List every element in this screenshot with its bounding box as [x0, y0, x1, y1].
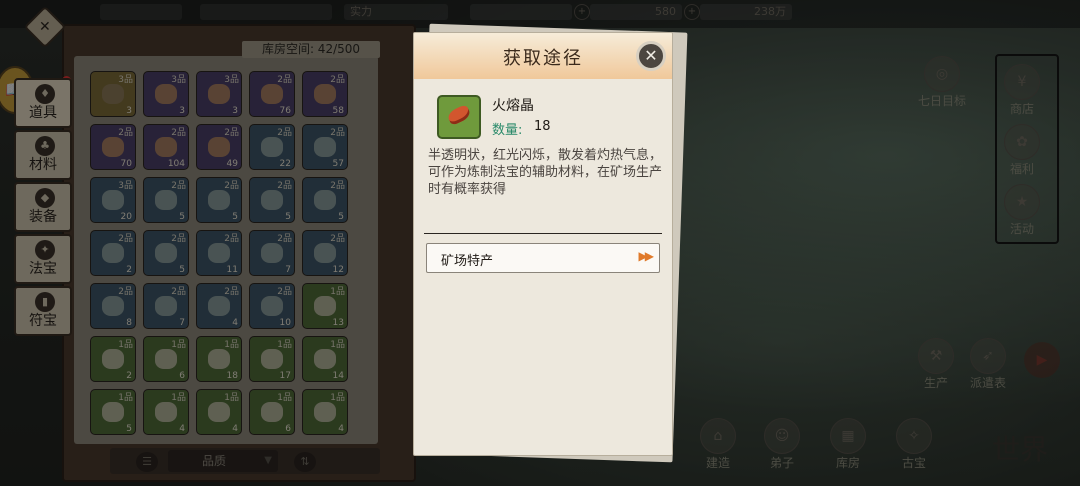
item-name: 火熔晶 — [492, 98, 534, 114]
fast-forward-icon: ▶▶ — [638, 249, 655, 263]
item-description: 半透明状，红光闪烁，散发着灼热气息，可作为炼制法宝的辅助材料，在矿场生产时有概率… — [428, 148, 663, 197]
source-label: 矿场特产 — [441, 254, 494, 269]
divider — [424, 233, 662, 234]
close-modal-button[interactable]: ✕ — [636, 41, 666, 71]
quantity-value: 18 — [534, 119, 551, 134]
modal-header: 获取途径 ✕ — [414, 33, 672, 79]
fire-crystal-icon — [437, 95, 481, 139]
modal-title: 获取途径 — [503, 48, 583, 69]
source-mine-special[interactable]: 矿场特产 ▶▶ — [426, 243, 660, 273]
acquisition-modal: 获取途径 ✕ 火熔晶 数量: 18 半透明状，红光闪烁，散发着灼热气息，可作为炼… — [413, 32, 673, 456]
quantity-label: 数量: — [492, 123, 523, 138]
